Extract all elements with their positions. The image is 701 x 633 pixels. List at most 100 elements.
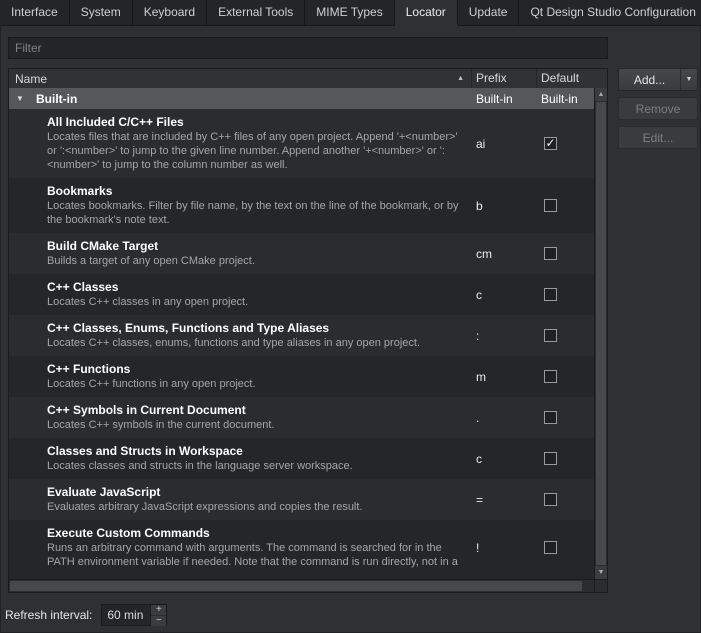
filter-default-cell: [537, 526, 594, 569]
filter-default-cell: [537, 184, 594, 227]
filter-description: Locates C++ symbols in the current docum…: [47, 418, 464, 432]
filter-name: C++ Symbols in Current Document: [47, 403, 464, 418]
filter-name-cell: C++ Classes Locates C++ classes in any o…: [9, 280, 472, 309]
filter-description: Locates C++ functions in any open projec…: [47, 377, 464, 391]
filter-name: Execute Custom Commands: [47, 526, 464, 541]
table-viewport: ▼ Built-in Built-in Built-in All Include…: [9, 88, 594, 579]
filter-name-cell: Evaluate JavaScript Evaluates arbitrary …: [9, 485, 472, 514]
scroll-up-icon: ▲: [598, 91, 605, 98]
scroll-down-button[interactable]: ▼: [595, 566, 607, 579]
column-header-default[interactable]: Default: [537, 69, 607, 88]
spin-up-button[interactable]: +: [151, 605, 166, 616]
tab-keyboard[interactable]: Keyboard: [133, 0, 207, 26]
table-row[interactable]: C++ Classes, Enums, Functions and Type A…: [9, 315, 594, 356]
dropdown-arrow-icon: ▼: [681, 76, 697, 83]
filter-description: Evaluates arbitrary JavaScript expressio…: [47, 500, 464, 514]
column-header-prefix[interactable]: Prefix: [472, 69, 537, 88]
filter-name-cell: C++ Functions Locates C++ functions in a…: [9, 362, 472, 391]
group-default: Built-in: [537, 92, 594, 106]
footer: Refresh interval: + −: [5, 603, 167, 626]
tab-update[interactable]: Update: [458, 0, 520, 26]
filter-name: C++ Classes, Enums, Functions and Type A…: [47, 321, 464, 336]
refresh-interval-spinbox[interactable]: + −: [101, 604, 167, 626]
default-checkbox[interactable]: [544, 493, 557, 506]
table-header: Name ▲ Prefix Default: [9, 69, 607, 89]
filter-prefix: =: [472, 485, 537, 514]
tab-interface[interactable]: Interface: [0, 0, 70, 26]
horizontal-scrollbar-thumb[interactable]: [10, 581, 582, 591]
vertical-scrollbar-thumb[interactable]: [596, 102, 606, 565]
filter-name-cell: C++ Classes, Enums, Functions and Type A…: [9, 321, 472, 350]
expanded-triangle-icon[interactable]: ▼: [16, 94, 26, 103]
default-checkbox[interactable]: [544, 452, 557, 465]
table-row[interactable]: C++ Symbols in Current Document Locates …: [9, 397, 594, 438]
horizontal-scrollbar[interactable]: [9, 579, 594, 592]
default-checkbox[interactable]: [544, 541, 557, 554]
vertical-scrollbar[interactable]: ▲ ▼: [594, 88, 607, 579]
filter-prefix: :: [472, 321, 537, 350]
spin-buttons: + −: [150, 605, 166, 625]
default-checkbox[interactable]: [544, 247, 557, 260]
column-header-name[interactable]: Name ▲: [9, 69, 472, 88]
filter-input[interactable]: [8, 37, 608, 59]
filter-prefix: cm: [472, 239, 537, 268]
default-checkbox[interactable]: [544, 288, 557, 301]
default-checkbox[interactable]: [544, 411, 557, 424]
filter-default-cell: [537, 321, 594, 350]
filter-name: C++ Classes: [47, 280, 464, 295]
add-button[interactable]: Add... ▼: [618, 68, 698, 91]
filter-prefix: c: [472, 280, 537, 309]
table-row[interactable]: C++ Classes Locates C++ classes in any o…: [9, 274, 594, 315]
table-row[interactable]: Bookmarks Locates bookmarks. Filter by f…: [9, 178, 594, 233]
group-row-built-in[interactable]: ▼ Built-in Built-in Built-in: [9, 88, 594, 109]
tab-locator[interactable]: Locator: [395, 0, 458, 26]
filter-default-cell: ✓: [537, 115, 594, 172]
default-checkbox[interactable]: [544, 199, 557, 212]
tab-mime-types[interactable]: MIME Types: [305, 0, 394, 26]
filter-name-cell: Build CMake Target Builds a target of an…: [9, 239, 472, 268]
tab-qt-design-studio-configuration[interactable]: Qt Design Studio Configuration: [519, 0, 701, 26]
filter-name-cell: Bookmarks Locates bookmarks. Filter by f…: [9, 184, 472, 227]
scroll-down-icon: ▼: [598, 569, 605, 576]
locator-filters-table: Name ▲ Prefix Default ▼ Built-in Built-i…: [8, 68, 608, 593]
filter-description: Runs an arbitrary command with arguments…: [47, 541, 464, 569]
edit-button[interactable]: Edit...: [618, 126, 698, 149]
default-checkbox[interactable]: [544, 370, 557, 383]
filter-default-cell: [537, 403, 594, 432]
tab-external-tools[interactable]: External Tools: [207, 0, 305, 26]
filter-name: Bookmarks: [47, 184, 464, 199]
filter-default-cell: [537, 485, 594, 514]
filter-name-cell: C++ Symbols in Current Document Locates …: [9, 403, 472, 432]
default-checkbox[interactable]: [544, 329, 557, 342]
group-label: Built-in: [36, 92, 77, 106]
table-row[interactable]: Execute Custom Commands Runs an arbitrar…: [9, 520, 594, 575]
filter-prefix: !: [472, 526, 537, 569]
side-button-column: Add... ▼ Remove Edit...: [618, 68, 698, 155]
table-rows: All Included C/C++ Files Locates files t…: [9, 109, 594, 575]
filter-description: Locates C++ classes in any open project.: [47, 295, 464, 309]
table-row[interactable]: Classes and Structs in Workspace Locates…: [9, 438, 594, 479]
table-row[interactable]: All Included C/C++ Files Locates files t…: [9, 109, 594, 178]
default-checkbox[interactable]: ✓: [544, 137, 557, 150]
filter-default-cell: [537, 239, 594, 268]
filter-prefix: b: [472, 184, 537, 227]
filter-name: C++ Functions: [47, 362, 464, 377]
filter-description: Locates files that are included by C++ f…: [47, 130, 464, 172]
sort-ascending-icon: ▲: [457, 70, 464, 88]
filter-prefix: c: [472, 444, 537, 473]
table-row[interactable]: C++ Functions Locates C++ functions in a…: [9, 356, 594, 397]
tab-system[interactable]: System: [70, 0, 133, 26]
table-row[interactable]: Build CMake Target Builds a target of an…: [9, 233, 594, 274]
filter-default-cell: [537, 444, 594, 473]
scroll-up-button[interactable]: ▲: [595, 88, 607, 101]
group-name-cell: ▼ Built-in: [9, 92, 472, 106]
table-row[interactable]: Evaluate JavaScript Evaluates arbitrary …: [9, 479, 594, 520]
filter-description: Locates C++ classes, enums, functions an…: [47, 336, 464, 350]
remove-button[interactable]: Remove: [618, 97, 698, 120]
spin-down-button[interactable]: −: [151, 616, 166, 626]
filter-name: All Included C/C++ Files: [47, 115, 464, 130]
group-prefix: Built-in: [472, 92, 537, 106]
scrollbar-corner: [594, 579, 607, 592]
filter-description: Locates bookmarks. Filter by file name, …: [47, 199, 464, 227]
refresh-interval-value[interactable]: [102, 605, 153, 625]
